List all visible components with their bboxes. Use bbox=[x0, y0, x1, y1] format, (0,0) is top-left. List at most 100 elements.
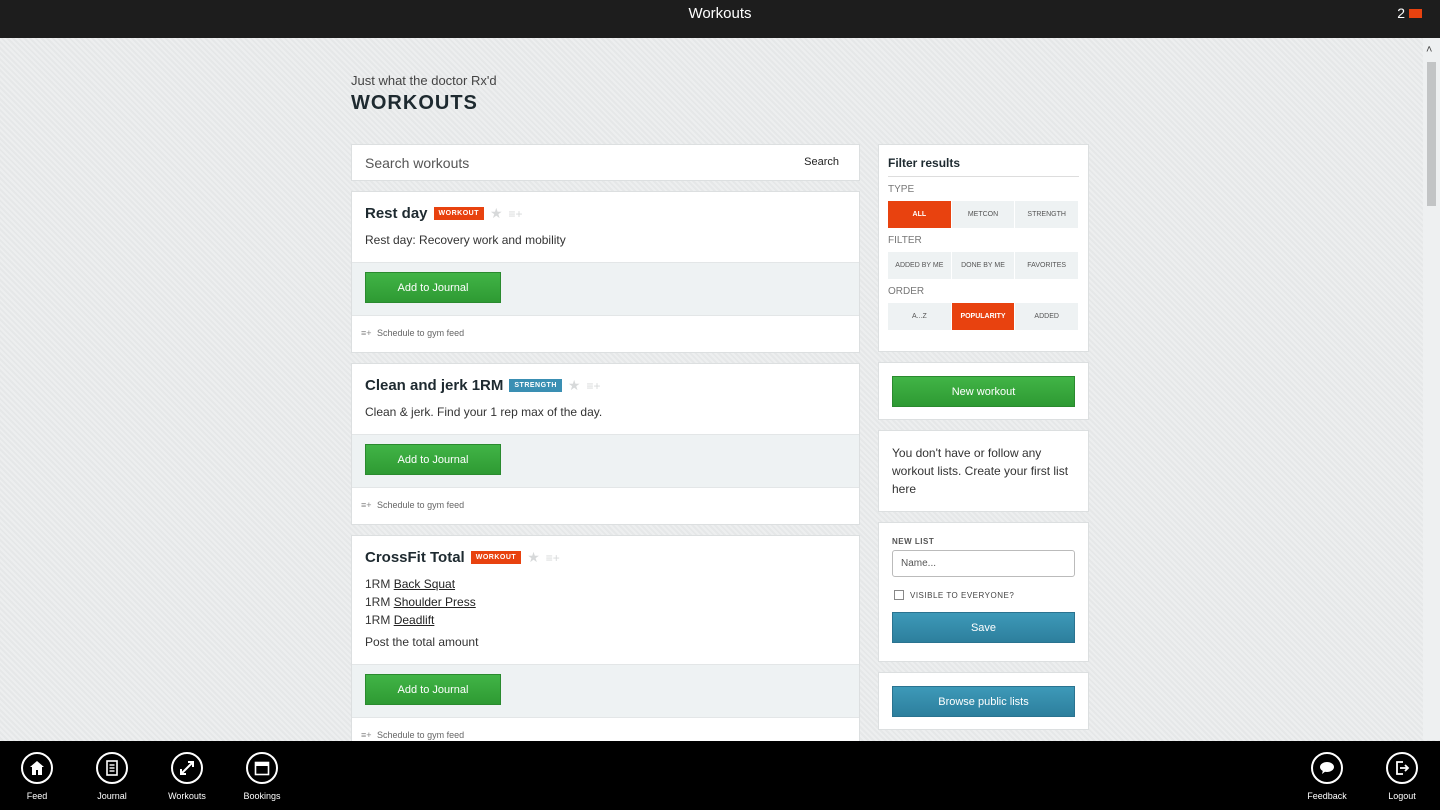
workout-description: Clean & jerk. Find your 1 rep max of the… bbox=[365, 405, 603, 419]
appbar-feed-button[interactable]: Feed bbox=[2, 752, 72, 801]
favorite-star-icon[interactable]: ★ bbox=[490, 205, 503, 222]
workout-card: Clean and jerk 1RM STRENGTH ★ ≡+ Clean &… bbox=[351, 363, 860, 525]
add-to-journal-button[interactable]: Add to Journal bbox=[365, 272, 501, 303]
exercise-line: 1RM Deadlift bbox=[365, 611, 846, 629]
workout-description: 1RM Back Squat 1RM Shoulder Press 1RM De… bbox=[352, 566, 859, 664]
schedule-to-gym-feed-link[interactable]: ≡+ Schedule to gym feed bbox=[352, 316, 859, 352]
workout-header: Clean and jerk 1RM STRENGTH ★ ≡+ bbox=[352, 364, 859, 394]
appbar-journal-button[interactable]: Journal bbox=[77, 752, 147, 801]
filter-option-added-by-me[interactable]: ADDED BY ME bbox=[888, 252, 952, 279]
filter-results-panel: Filter results TYPE ALL METCON STRENGTH … bbox=[878, 144, 1089, 352]
add-to-list-icon[interactable]: ≡+ bbox=[546, 551, 560, 565]
schedule-to-gym-feed-link[interactable]: ≡+ Schedule to gym feed bbox=[352, 488, 859, 524]
appbar-label: Bookings bbox=[243, 791, 281, 801]
workout-description: Rest day: Recovery work and mobility bbox=[365, 233, 566, 247]
search-card: Search bbox=[351, 144, 860, 181]
visible-label: VISIBLE TO EVERYONE? bbox=[910, 590, 1015, 600]
appbar-label: Feed bbox=[26, 791, 48, 801]
exercise-prefix: 1RM bbox=[365, 613, 391, 627]
appbar-label: Journal bbox=[97, 791, 127, 801]
visible-checkbox[interactable] bbox=[894, 590, 904, 600]
add-to-journal-button[interactable]: Add to Journal bbox=[365, 674, 501, 705]
filter-segmented-control: ADDED BY ME DONE BY ME FAVORITES bbox=[888, 252, 1080, 279]
browse-lists-card: Browse public lists bbox=[878, 672, 1089, 730]
scrollbar-thumb[interactable] bbox=[1427, 62, 1436, 206]
no-lists-message: You don't have or follow any workout lis… bbox=[878, 430, 1089, 512]
exercise-link[interactable]: Deadlift bbox=[394, 613, 435, 627]
workout-title[interactable]: Rest day bbox=[365, 205, 428, 222]
schedule-label: Schedule to gym feed bbox=[377, 500, 465, 510]
appbar-feedback-button[interactable]: Feedback bbox=[1292, 752, 1362, 801]
workout-title[interactable]: Clean and jerk 1RM bbox=[365, 377, 503, 394]
workout-action-area: Add to Journal bbox=[352, 262, 859, 316]
workout-type-badge: WORKOUT bbox=[470, 551, 522, 564]
appbar-logout-button[interactable]: Logout bbox=[1367, 752, 1437, 801]
journal-icon bbox=[96, 752, 128, 784]
appbar-bookings-button[interactable]: Bookings bbox=[227, 752, 297, 801]
favorite-star-icon[interactable]: ★ bbox=[568, 377, 581, 394]
workout-card: Rest day WORKOUT ★ ≡+ Rest day: Recovery… bbox=[351, 191, 860, 353]
list-name-input[interactable] bbox=[892, 550, 1075, 577]
workout-action-area: Add to Journal bbox=[352, 434, 859, 488]
add-to-list-icon[interactable]: ≡+ bbox=[509, 207, 523, 221]
page-subtitle: Just what the doctor Rx'd bbox=[351, 73, 497, 88]
exercise-prefix: 1RM bbox=[365, 577, 391, 591]
new-workout-card: New workout bbox=[878, 362, 1089, 420]
order-option-added[interactable]: ADDED bbox=[1015, 303, 1080, 330]
calendar-icon bbox=[246, 752, 278, 784]
workout-header: Rest day WORKOUT ★ ≡+ bbox=[352, 192, 859, 222]
window-title: Workouts bbox=[688, 5, 752, 22]
workout-type-badge: STRENGTH bbox=[509, 379, 562, 392]
notification-flag-icon bbox=[1409, 8, 1422, 18]
workouts-column: Search Rest day WORKOUT ★ ≡+ Rest day: R… bbox=[351, 144, 860, 765]
search-button[interactable]: Search bbox=[804, 156, 839, 168]
schedule-list-icon: ≡+ bbox=[361, 730, 372, 740]
page-header: Just what the doctor Rx'd WORKOUTS bbox=[351, 73, 1091, 115]
workout-action-area: Add to Journal bbox=[352, 664, 859, 718]
order-option-az[interactable]: A...Z bbox=[888, 303, 952, 330]
browse-public-lists-button[interactable]: Browse public lists bbox=[892, 686, 1075, 717]
favorite-star-icon[interactable]: ★ bbox=[527, 549, 540, 566]
workout-header: CrossFit Total WORKOUT ★ ≡+ bbox=[352, 536, 859, 566]
chat-icon bbox=[1311, 752, 1343, 784]
filter-title: Filter results bbox=[888, 156, 1079, 177]
type-option-strength[interactable]: STRENGTH bbox=[1015, 201, 1080, 228]
notification-indicator[interactable]: 2 bbox=[1397, 5, 1422, 21]
visible-to-everyone-row[interactable]: VISIBLE TO EVERYONE? bbox=[894, 590, 1075, 600]
workout-title[interactable]: CrossFit Total bbox=[365, 549, 465, 566]
appbar-label: Workouts bbox=[168, 791, 206, 801]
filter-option-done-by-me[interactable]: DONE BY ME bbox=[951, 252, 1016, 279]
scroll-up-icon[interactable]: ˄ bbox=[1426, 44, 1432, 56]
order-option-popularity[interactable]: POPULARITY bbox=[951, 303, 1016, 330]
logout-icon bbox=[1386, 752, 1418, 784]
type-option-metcon[interactable]: METCON bbox=[951, 201, 1016, 228]
schedule-label: Schedule to gym feed bbox=[377, 730, 465, 740]
order-label: ORDER bbox=[888, 286, 925, 297]
exercise-prefix: 1RM bbox=[365, 595, 391, 609]
schedule-label: Schedule to gym feed bbox=[377, 328, 465, 338]
type-label: TYPE bbox=[888, 184, 915, 195]
type-option-all[interactable]: ALL bbox=[888, 201, 952, 228]
page-scrollbar[interactable]: ˄ bbox=[1423, 38, 1440, 740]
notification-count: 2 bbox=[1397, 5, 1405, 21]
title-bar: Workouts 2 bbox=[0, 0, 1440, 38]
exercise-link[interactable]: Back Squat bbox=[394, 577, 455, 591]
new-list-card: NEW LIST VISIBLE TO EVERYONE? Save bbox=[878, 522, 1089, 662]
workouts-icon bbox=[171, 752, 203, 784]
add-to-list-icon[interactable]: ≡+ bbox=[586, 379, 600, 393]
new-list-label: NEW LIST bbox=[892, 537, 935, 546]
save-list-button[interactable]: Save bbox=[892, 612, 1075, 643]
new-workout-button[interactable]: New workout bbox=[892, 376, 1075, 407]
appbar-workouts-button[interactable]: Workouts bbox=[152, 752, 222, 801]
type-segmented-control: ALL METCON STRENGTH bbox=[888, 201, 1080, 228]
page-title: WORKOUTS bbox=[351, 92, 478, 114]
add-to-journal-button[interactable]: Add to Journal bbox=[365, 444, 501, 475]
schedule-list-icon: ≡+ bbox=[361, 500, 372, 510]
workout-card: CrossFit Total WORKOUT ★ ≡+ 1RM Back Squ… bbox=[351, 535, 860, 755]
search-input[interactable] bbox=[352, 145, 772, 180]
filter-sidebar: Filter results TYPE ALL METCON STRENGTH … bbox=[878, 144, 1089, 740]
exercise-link[interactable]: Shoulder Press bbox=[394, 595, 476, 609]
exercise-line: 1RM Shoulder Press bbox=[365, 593, 846, 611]
appbar-label: Logout bbox=[1388, 791, 1416, 801]
filter-option-favorites[interactable]: FAVORITES bbox=[1015, 252, 1080, 279]
